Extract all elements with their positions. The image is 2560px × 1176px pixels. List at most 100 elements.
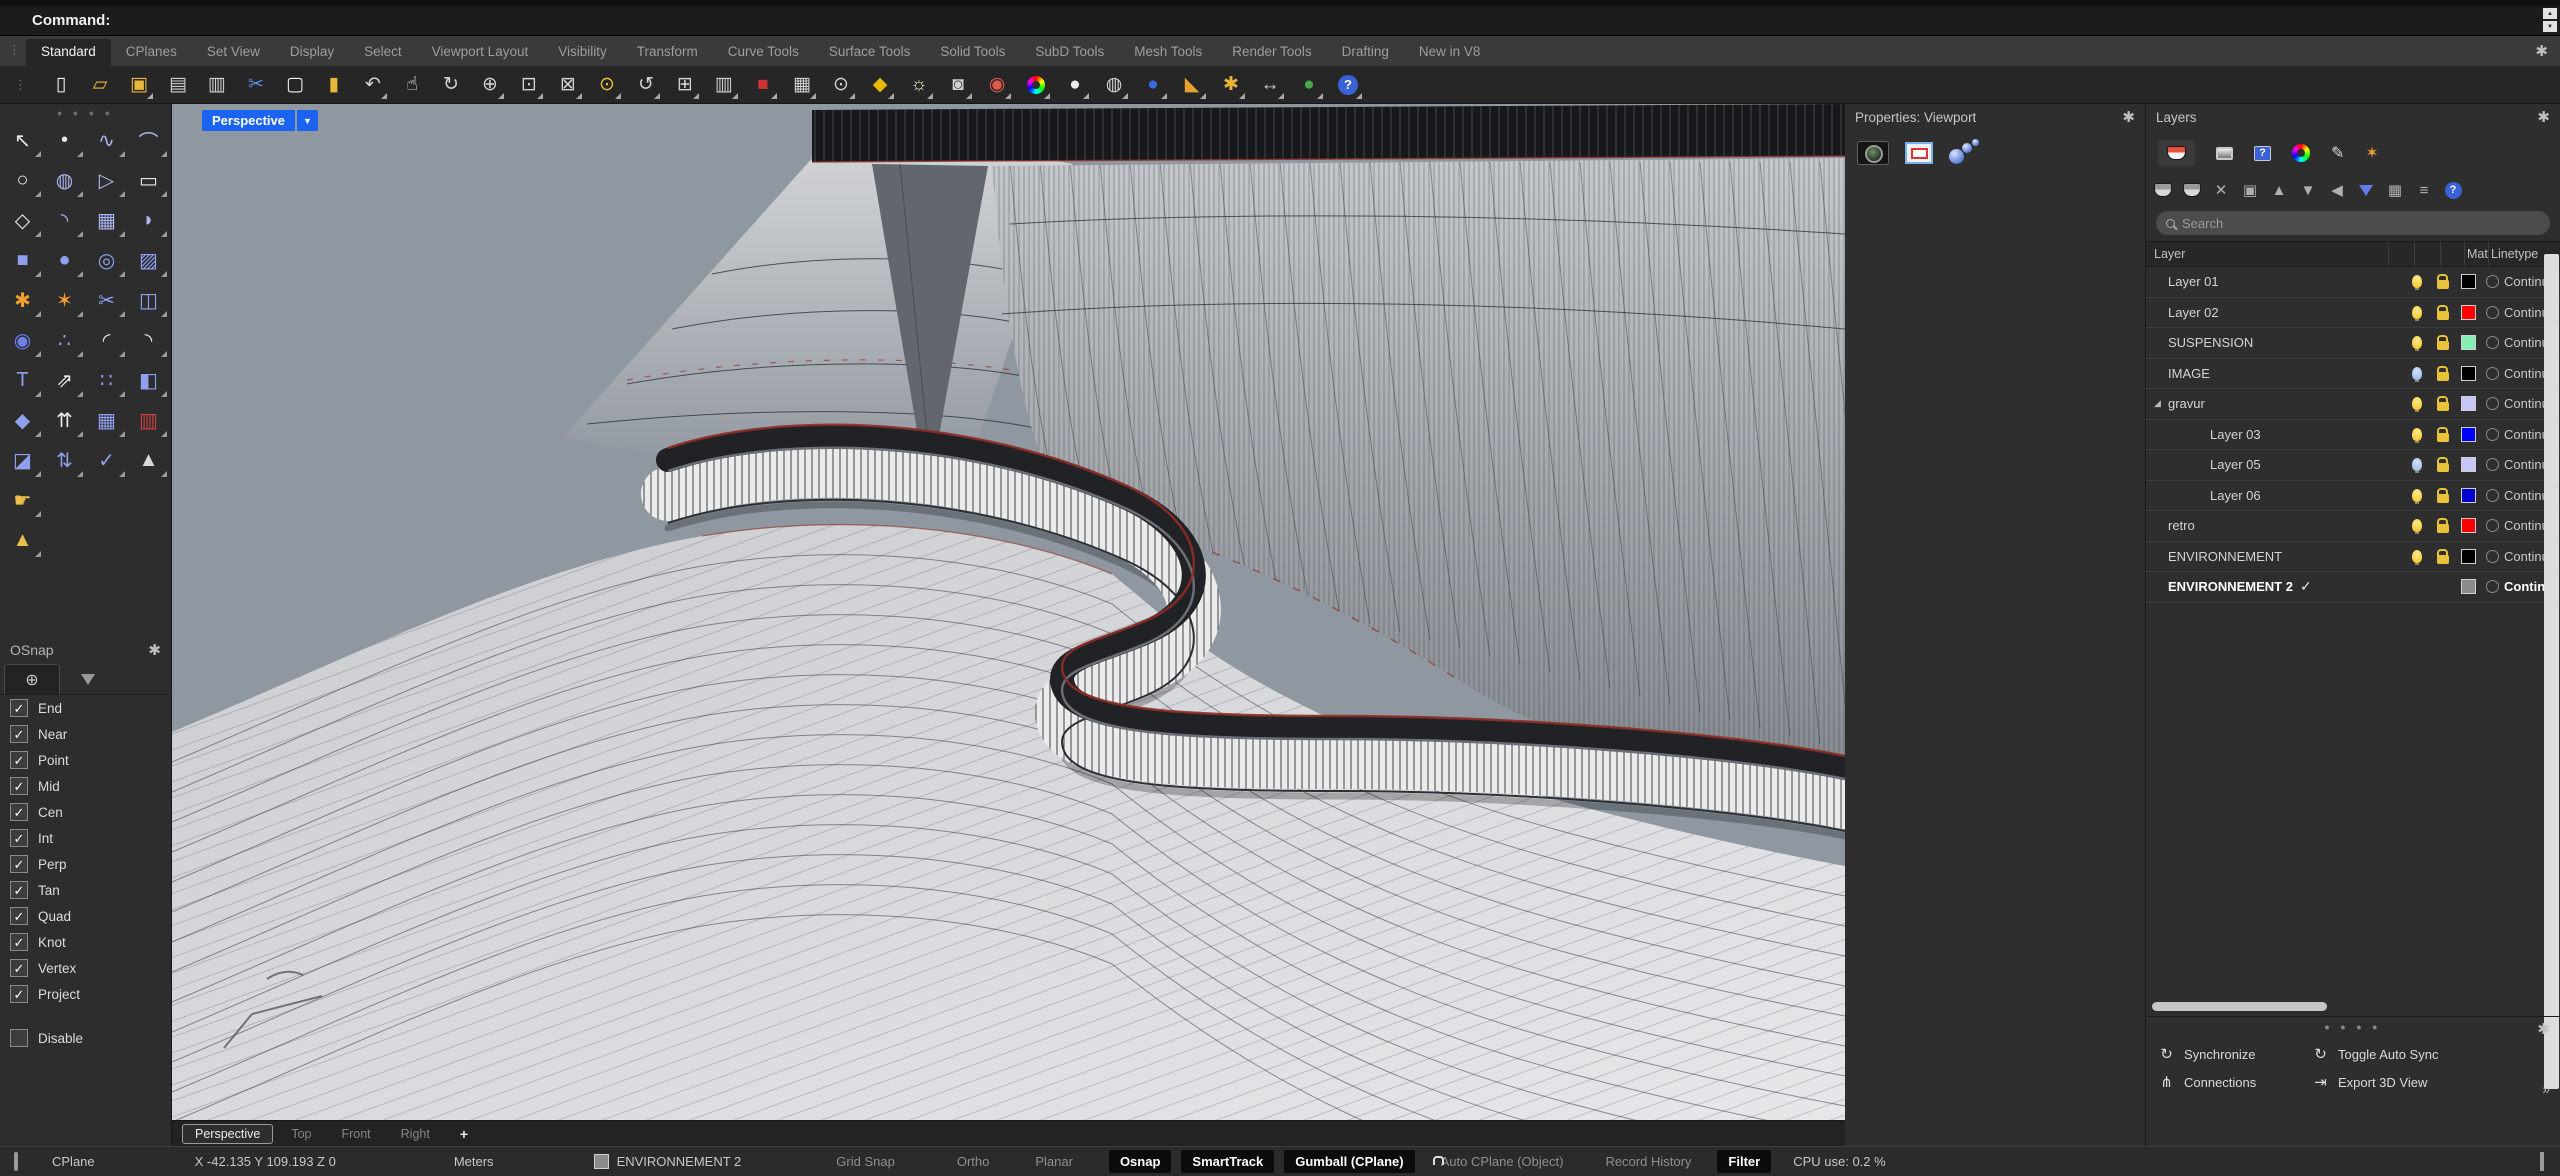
- bulb-icon[interactable]: [2412, 458, 2422, 471]
- rotate-view-icon[interactable]: ↻: [436, 70, 466, 100]
- tab-display[interactable]: [2216, 147, 2233, 160]
- viewport-perspective[interactable]: Perspective ▼ PerspectiveTopFrontRight+: [172, 104, 1845, 1146]
- viewport-menu-arrow-icon[interactable]: ▼: [297, 110, 318, 131]
- save-icon[interactable]: ▣: [124, 70, 154, 100]
- arc-icon[interactable]: ▷: [86, 160, 128, 200]
- wireframe-sphere-icon[interactable]: ◍: [1099, 70, 1129, 100]
- new-sublayer-icon[interactable]: [2183, 183, 2201, 197]
- object-snap-spheres-icon[interactable]: [1949, 139, 1981, 167]
- primitives-icon[interactable]: ▲: [128, 440, 170, 480]
- toolbar-drag-handle[interactable]: ⋮: [14, 77, 27, 93]
- display-mode-icon[interactable]: ◉: [982, 70, 1012, 100]
- linetype-value[interactable]: Continuous: [2504, 305, 2544, 320]
- text-icon[interactable]: T: [2, 360, 44, 400]
- menu-tab-set-view[interactable]: Set View: [192, 39, 275, 66]
- mirror-icon[interactable]: ◧: [128, 360, 170, 400]
- material-icon[interactable]: [2486, 367, 2499, 380]
- layer-row-layer-03[interactable]: Layer 03Continuous: [2146, 420, 2560, 451]
- new-layer-icon[interactable]: [2154, 183, 2172, 197]
- osnap-row-vertex[interactable]: ✓Vertex: [0, 955, 171, 981]
- material-icon[interactable]: [2486, 336, 2499, 349]
- surface-points-icon[interactable]: ▦: [86, 200, 128, 240]
- bulb-icon[interactable]: [2412, 306, 2422, 319]
- checkbox-near[interactable]: ✓: [10, 725, 28, 743]
- trim-icon[interactable]: ✂: [86, 280, 128, 320]
- checkbox-knot[interactable]: ✓: [10, 933, 28, 951]
- layer-row-gravur[interactable]: ◢gravurContinuous: [2146, 389, 2560, 420]
- search-input[interactable]: [2182, 216, 2540, 231]
- curved-surface-icon[interactable]: ◗: [128, 200, 170, 240]
- split-icon[interactable]: ◫: [128, 280, 170, 320]
- zoom-selected-icon[interactable]: ⊙: [592, 70, 622, 100]
- layers-search-box[interactable]: [2156, 211, 2550, 235]
- material-icon[interactable]: [2486, 428, 2499, 441]
- viewport-layout-icon[interactable]: ⊞: [670, 70, 700, 100]
- shaded-sphere-icon[interactable]: ●: [1060, 70, 1090, 100]
- properties-gear-icon[interactable]: ✱: [2122, 108, 2135, 126]
- scale-icon[interactable]: ⇗: [44, 360, 86, 400]
- menu-tab-transform[interactable]: Transform: [622, 39, 713, 66]
- lock-icon[interactable]: [2437, 311, 2449, 320]
- delete-layer-icon[interactable]: ✕: [2212, 181, 2230, 199]
- lock-icon[interactable]: [2437, 494, 2449, 503]
- grab-hand-icon[interactable]: ☛: [2, 480, 44, 520]
- undo-view-icon[interactable]: ↺: [631, 70, 661, 100]
- cut-icon[interactable]: ✂: [241, 70, 271, 100]
- viewport-tab-front[interactable]: Front: [329, 1125, 382, 1143]
- rectangle-icon[interactable]: ▭: [128, 160, 170, 200]
- linetype-value[interactable]: Continuous: [2504, 274, 2544, 289]
- menu-tab-visibility[interactable]: Visibility: [543, 39, 622, 66]
- lock-icon[interactable]: [2437, 524, 2449, 533]
- osnap-row-knot[interactable]: ✓Knot: [0, 929, 171, 955]
- layer-color-swatch[interactable]: [2461, 274, 2476, 289]
- filter-icon[interactable]: [2357, 185, 2375, 196]
- viewport-title-tab[interactable]: Perspective ▼: [202, 110, 318, 131]
- checkbox-perp[interactable]: ✓: [10, 855, 28, 873]
- layer-color-swatch[interactable]: [2461, 396, 2476, 411]
- grid-array-icon[interactable]: ▦: [86, 400, 128, 440]
- current-layer-indicator[interactable]: ENVIRONNEMENT 2: [594, 1154, 742, 1169]
- checkbox-quad[interactable]: ✓: [10, 907, 28, 925]
- osnap-row-end[interactable]: ✓End: [0, 695, 171, 721]
- status-record-history[interactable]: Record History: [1605, 1154, 1691, 1169]
- osnap-row-cen[interactable]: ✓Cen: [0, 799, 171, 825]
- curve-through-points-icon[interactable]: ⌒: [128, 120, 170, 160]
- linetype-value[interactable]: Continuous: [2504, 427, 2544, 442]
- layer-row-retro[interactable]: retroContinuous: [2146, 511, 2560, 542]
- layer-color-swatch[interactable]: [2461, 457, 2476, 472]
- status-smarttrack[interactable]: SmartTrack: [1181, 1150, 1274, 1173]
- viewport-title[interactable]: Perspective: [202, 110, 295, 131]
- status-cplane[interactable]: CPlane: [52, 1154, 95, 1169]
- pan-hand-icon[interactable]: ☝: [397, 70, 427, 100]
- layers-gear-icon[interactable]: ✱: [2537, 108, 2550, 126]
- menu-tab-drafting[interactable]: Drafting: [1327, 39, 1404, 66]
- camera-tab-icon[interactable]: [1857, 141, 1889, 165]
- osnap-row-quad[interactable]: ✓Quad: [0, 903, 171, 929]
- osnap-row-int[interactable]: ✓Int: [0, 825, 171, 851]
- center-mark-icon[interactable]: ⊙: [826, 70, 856, 100]
- layer-row-layer-06[interactable]: Layer 06Continuous: [2146, 481, 2560, 512]
- osnap-filter-tab[interactable]: [60, 664, 116, 694]
- panel-layout-icon[interactable]: ▥: [709, 70, 739, 100]
- status-meters[interactable]: Meters: [454, 1154, 494, 1169]
- command-bar[interactable]: Command: ▲ ▼: [0, 6, 2560, 36]
- viewport-tab-top[interactable]: Top: [279, 1125, 323, 1143]
- lock-icon[interactable]: [2437, 402, 2449, 411]
- material-icon[interactable]: [2486, 489, 2499, 502]
- boolean-gears-icon[interactable]: ✱: [2, 280, 44, 320]
- earth-icon[interactable]: ●: [1294, 70, 1324, 100]
- point-icon[interactable]: •: [44, 120, 86, 160]
- lock-icon[interactable]: [2437, 372, 2449, 381]
- toggle-auto-sync-button[interactable]: ↻Toggle Auto Sync: [2312, 1045, 2548, 1063]
- publish-icon[interactable]: ▥: [202, 70, 232, 100]
- status-x-42-135-y-109-193-z-0[interactable]: X -42.135 Y 109.193 Z 0: [195, 1154, 336, 1169]
- menu-tab-surface-tools[interactable]: Surface Tools: [814, 39, 926, 66]
- layer-row-environnement-2[interactable]: ENVIRONNEMENT 2✓Continuous: [2146, 572, 2560, 603]
- fillet-curve-icon[interactable]: ◝: [44, 200, 86, 240]
- status-planar[interactable]: Planar: [1035, 1154, 1073, 1169]
- menu-tab-cplanes[interactable]: CPlanes: [111, 39, 192, 66]
- bulb-icon[interactable]: [2412, 275, 2422, 288]
- material-icon[interactable]: [2486, 458, 2499, 471]
- lock-icon[interactable]: [2437, 280, 2449, 289]
- car-icon[interactable]: ■: [748, 70, 778, 100]
